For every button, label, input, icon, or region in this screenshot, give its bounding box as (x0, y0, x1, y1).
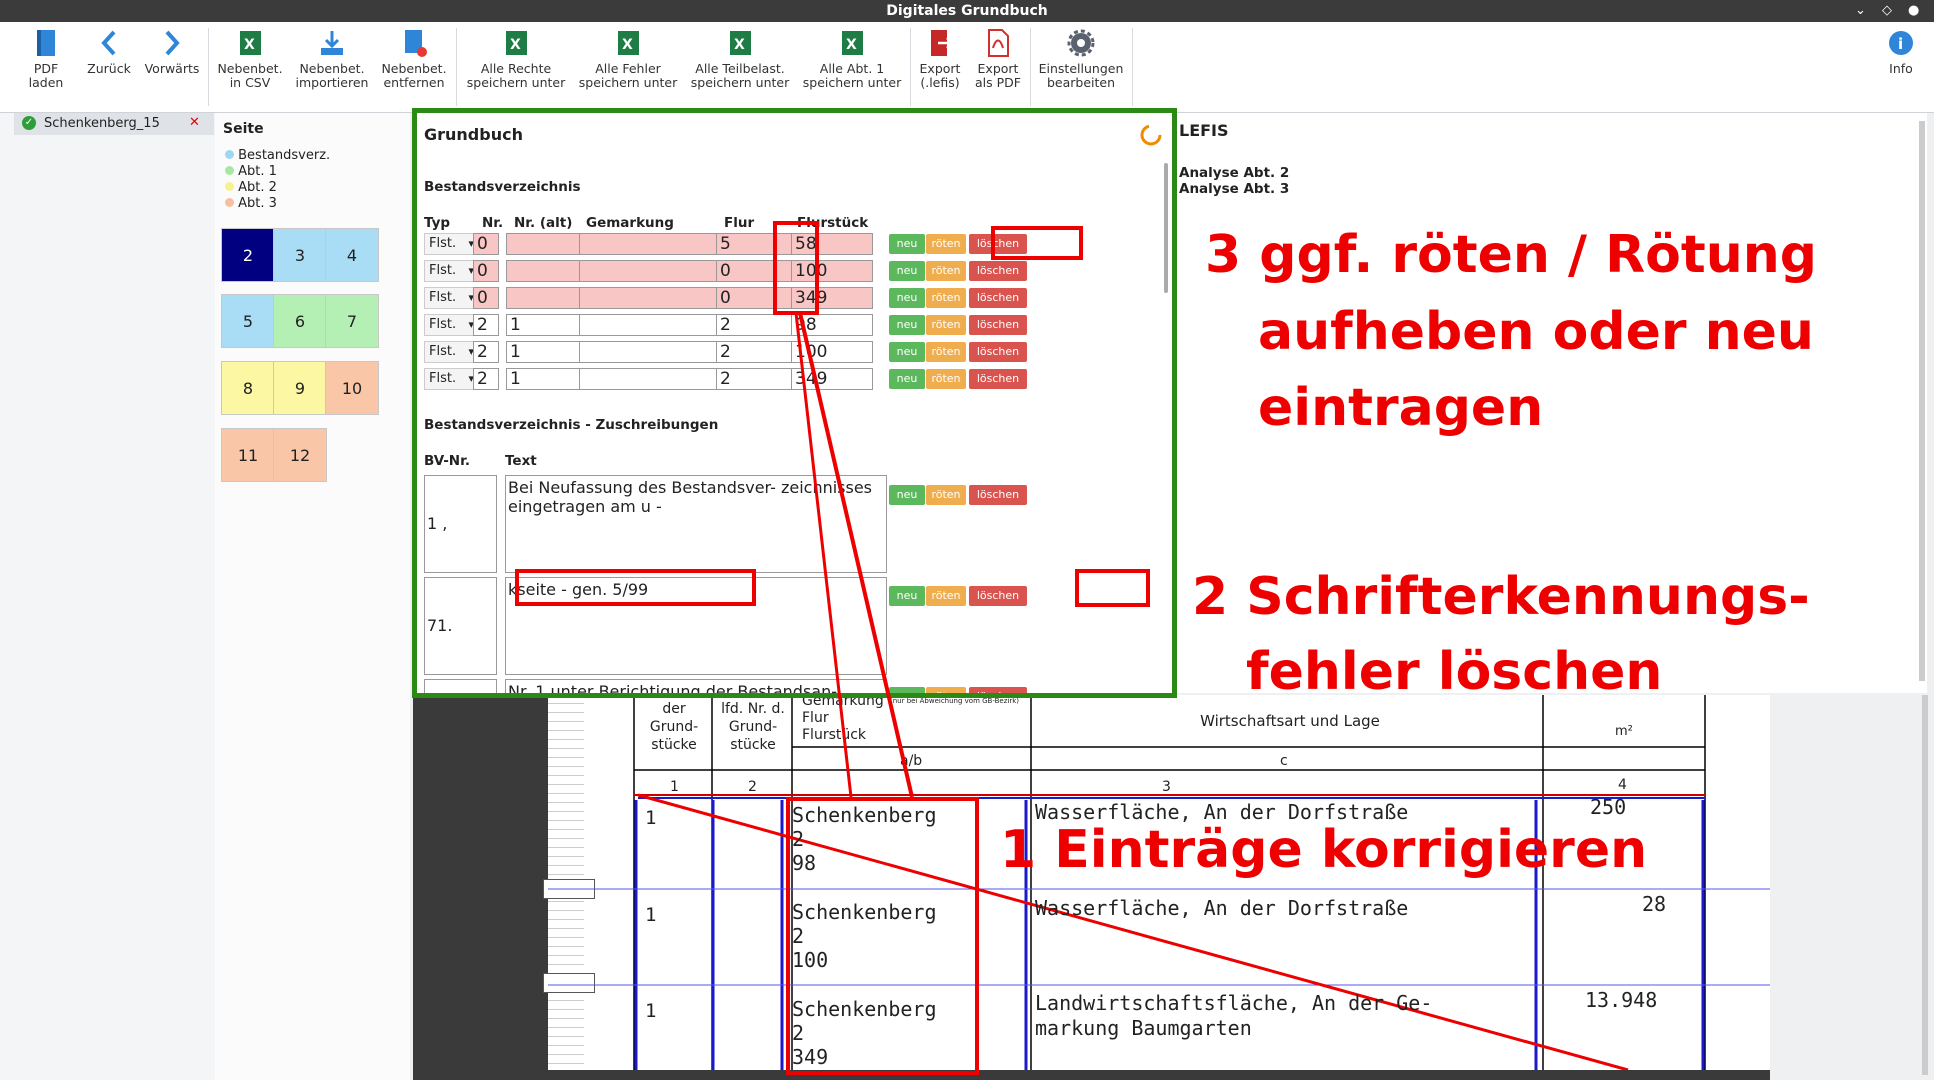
annotation-2-line1: 2 Schrifterkennungs- (1192, 567, 1810, 627)
annotation-2-line2: fehler löschen (1246, 642, 1663, 702)
annotation-3-line1: 3 ggf. röten / Rötung (1205, 225, 1817, 285)
annotation-1: 1 Einträge korrigieren (1000, 820, 1648, 880)
connector-line (794, 312, 914, 798)
annotation-3-line3: eintragen (1258, 378, 1544, 438)
annotation-3-line2: aufheben oder neu (1258, 302, 1814, 362)
